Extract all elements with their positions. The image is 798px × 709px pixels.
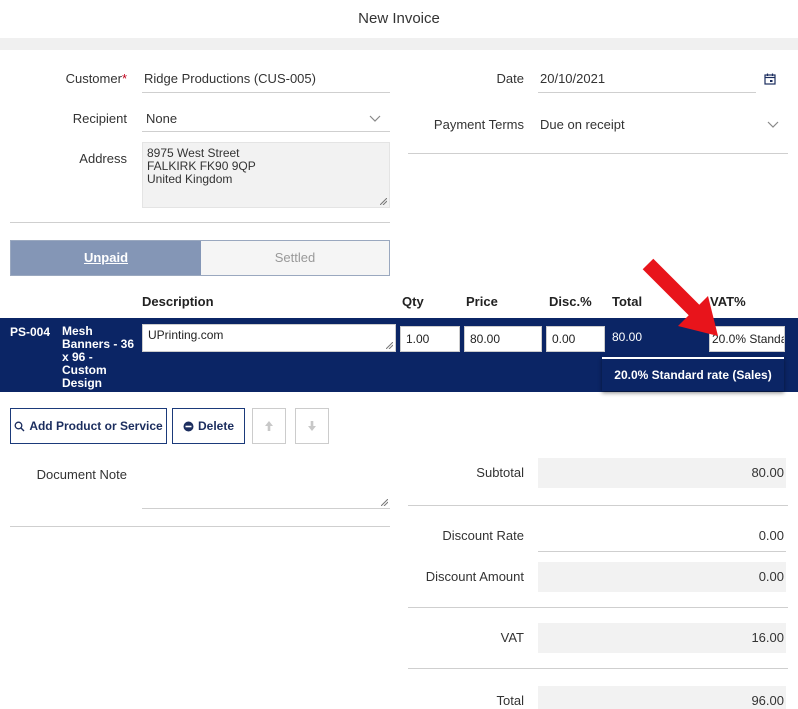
resize-handle-icon[interactable] xyxy=(381,499,388,506)
search-icon xyxy=(14,421,25,431)
add-product-label: Add Product or Service xyxy=(29,419,163,433)
delete-button[interactable]: Delete xyxy=(172,408,245,444)
discount-amount-label: Discount Amount xyxy=(425,569,524,584)
description-value: UPrinting.com xyxy=(148,328,224,342)
description-input[interactable]: UPrinting.com xyxy=(142,324,396,352)
customer-label: Customer* xyxy=(65,71,127,86)
discount-rate-underline xyxy=(538,551,786,552)
recipient-select[interactable]: None xyxy=(146,111,177,126)
product-name: Mesh Banners - 36 x 96 - Custom Design xyxy=(62,324,135,390)
document-note-underline xyxy=(142,508,390,509)
summary-divider xyxy=(408,505,788,506)
vat-dropdown-option[interactable]: 20.0% Standard rate (Sales) xyxy=(602,357,784,391)
vat-value: 16.00 xyxy=(538,623,786,653)
page-title: New Invoice xyxy=(358,10,440,27)
date-underline xyxy=(538,92,756,93)
date-label: Date xyxy=(496,71,524,86)
resize-handle-icon[interactable] xyxy=(380,198,387,205)
left-section-divider xyxy=(10,222,390,223)
qty-input[interactable]: 1.00 xyxy=(400,326,460,352)
vat-label: VAT xyxy=(500,630,524,645)
add-product-button[interactable]: Add Product or Service xyxy=(10,408,167,444)
payment-terms-select[interactable]: Due on receipt xyxy=(540,117,625,132)
recipient-underline xyxy=(142,131,390,132)
column-header-disc: Disc.% xyxy=(549,294,592,309)
discount-rate-label: Discount Rate xyxy=(442,528,524,543)
arrow-down-icon xyxy=(308,421,316,431)
customer-field[interactable]: Ridge Productions (CUS-005) xyxy=(144,71,316,86)
tab-settled[interactable]: Settled xyxy=(201,241,389,275)
note-section-divider xyxy=(10,526,390,527)
resize-handle-icon[interactable] xyxy=(386,342,393,349)
discount-rate-input[interactable]: 0.00 xyxy=(538,521,786,551)
move-up-button[interactable] xyxy=(252,408,286,444)
address-line: United Kingdom xyxy=(147,172,233,186)
recipient-label: Recipient xyxy=(72,111,127,126)
total-label: Total xyxy=(496,693,524,708)
summary-divider xyxy=(408,607,788,608)
summary-divider xyxy=(408,668,788,669)
minus-circle-icon xyxy=(183,421,194,431)
price-input[interactable]: 80.00 xyxy=(464,326,542,352)
chevron-down-icon[interactable] xyxy=(369,115,381,123)
required-mark: * xyxy=(121,71,127,86)
status-tabs: Unpaid Settled xyxy=(10,240,390,276)
chevron-down-icon[interactable] xyxy=(767,121,779,129)
discount-input[interactable]: 0.00 xyxy=(546,326,605,352)
move-down-button[interactable] xyxy=(295,408,329,444)
product-code: PS-004 xyxy=(10,325,51,339)
discount-amount-value: 0.00 xyxy=(538,562,786,592)
subtotal-label: Subtotal xyxy=(476,465,524,480)
payment-terms-label: Payment Terms xyxy=(433,117,524,132)
address-label: Address xyxy=(79,151,127,166)
column-header-description: Description xyxy=(142,294,214,309)
date-field[interactable]: 20/10/2021 xyxy=(540,71,605,86)
arrow-up-icon xyxy=(265,421,273,431)
document-note-label: Document Note xyxy=(36,467,127,482)
tab-unpaid[interactable]: Unpaid xyxy=(11,241,201,275)
right-section-divider xyxy=(408,153,788,154)
customer-field-underline xyxy=(142,92,390,93)
header-divider-band xyxy=(0,38,798,50)
document-note-textarea[interactable] xyxy=(142,460,390,510)
column-header-price: Price xyxy=(466,294,498,309)
address-textarea[interactable]: 8975 West Street FALKIRK FK90 9QP United… xyxy=(142,142,390,208)
column-header-qty: Qty xyxy=(402,294,424,309)
subtotal-value: 80.00 xyxy=(538,458,786,488)
total-value: 96.00 xyxy=(538,686,786,709)
delete-label: Delete xyxy=(197,419,235,433)
annotation-arrow xyxy=(642,258,718,336)
calendar-icon[interactable] xyxy=(764,73,776,85)
